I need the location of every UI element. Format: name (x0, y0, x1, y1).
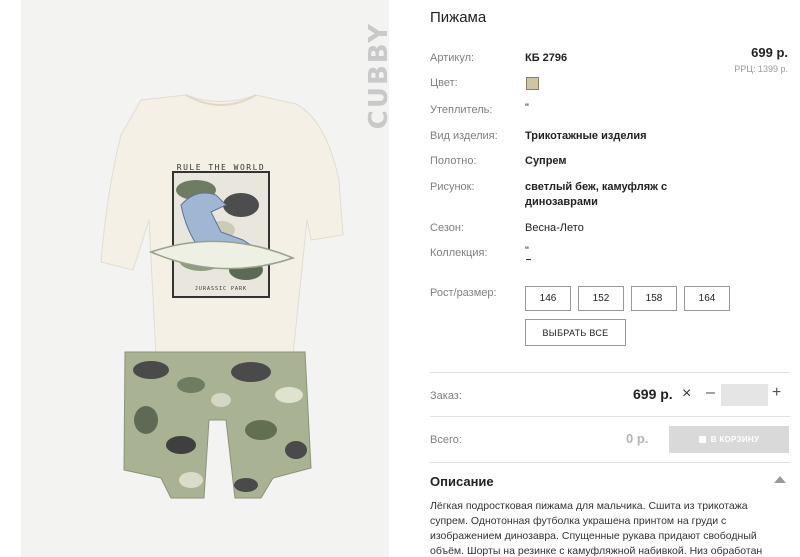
brand-logo: CUBBY (364, 22, 389, 130)
rrp-price: РРЦ: 1399 р. (734, 64, 788, 74)
product-image[interactable]: RULE THE WORLD JURASSIC PARK CUBBY (21, 0, 389, 557)
color-label: Цвет: (430, 77, 458, 89)
pajama-illustration: RULE THE WORLD JURASSIC PARK (100, 94, 344, 499)
order-price: 699 р. (633, 386, 673, 402)
divider (430, 462, 790, 463)
description-title[interactable]: Описание (430, 474, 494, 489)
total-value: 0 р. (626, 431, 649, 446)
total-label: Всего: (430, 434, 462, 446)
increase-quantity-button[interactable]: + (772, 384, 781, 402)
add-to-cart-button[interactable]: В КОРЗИНУ (669, 426, 789, 453)
fabric-value: Супрем (525, 155, 567, 167)
product-type-value: Трикотажные изделия (525, 130, 647, 142)
size-option-158[interactable]: 158 (631, 286, 677, 311)
collection-value: " (525, 245, 529, 257)
season-label: Сезон: (430, 222, 464, 234)
size-label: Рост/размер: (430, 287, 497, 299)
collection-dash (526, 259, 531, 260)
chevron-up-icon[interactable] (774, 476, 786, 483)
product-price: 699 р. (751, 45, 788, 60)
product-type-label: Вид изделия: (430, 130, 498, 142)
product-info-panel: Пижама Артикул: КБ 2796 699 р. РРЦ: 1399… (430, 0, 790, 557)
season-value: Весна-Лето (525, 222, 584, 234)
divider (430, 416, 790, 417)
print-header-text: RULE THE WORLD (177, 163, 265, 172)
description-text: Лёгкая подростковая пижама для мальчика.… (430, 500, 763, 557)
size-option-164[interactable]: 164 (684, 286, 730, 311)
print-footer-text: JURASSIC PARK (195, 286, 247, 292)
divider (430, 372, 790, 373)
article-label: Артикул: (430, 52, 475, 64)
order-label: Заказ: (430, 390, 462, 402)
pattern-label: Рисунок: (430, 181, 475, 193)
color-swatch[interactable] (526, 77, 539, 90)
insulation-label: Утеплитель: (430, 104, 493, 116)
size-option-152[interactable]: 152 (578, 286, 624, 311)
decrease-quantity-button[interactable]: – (706, 384, 715, 402)
pattern-value: светлый беж, камуфляж с динозаврами (525, 181, 668, 208)
fabric-label: Полотно: (430, 155, 477, 167)
collection-label: Коллекция: (430, 247, 488, 259)
clear-order-button[interactable]: × (682, 385, 691, 403)
size-option-146[interactable]: 146 (525, 286, 571, 311)
insulation-value: " (525, 102, 529, 114)
add-to-cart-label: В КОРЗИНУ (710, 435, 760, 444)
cart-icon (698, 436, 706, 443)
quantity-input[interactable] (721, 384, 768, 406)
article-value: КБ 2796 (525, 52, 568, 64)
select-all-button[interactable]: ВЫБРАТЬ ВСЕ (525, 319, 626, 346)
page-title: Пижама (430, 9, 487, 26)
